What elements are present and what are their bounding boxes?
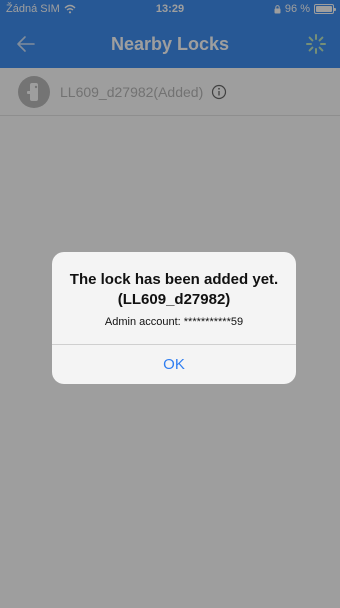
alert-dialog: The lock has been added yet. (LL609_d279… [52,252,296,384]
alert-message: The lock has been added yet. (LL609_d279… [52,252,296,328]
ok-button[interactable]: OK [52,345,296,384]
alert-admin-account: Admin account: ***********59 [104,316,244,328]
app-screen: Žádná SIM 13:29 96 % Nearby Locks LL609_… [0,0,340,608]
alert-title: The lock has been added yet. [69,271,279,288]
alert-lock-name: (LL609_d27982) [117,291,231,308]
